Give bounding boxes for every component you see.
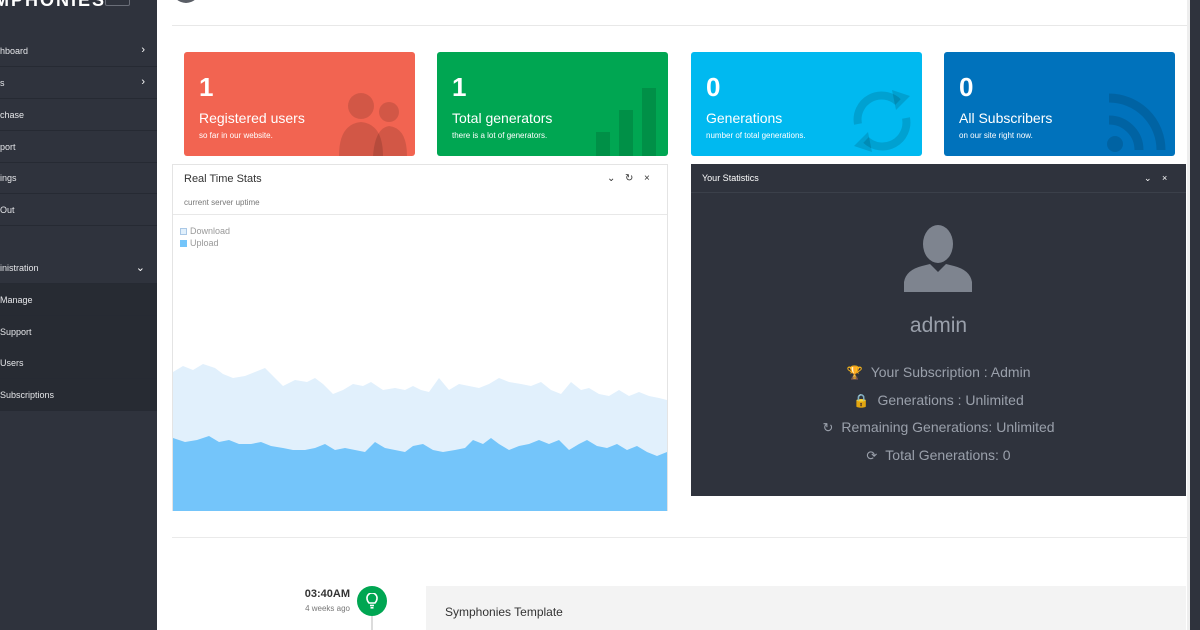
sidebar-item-admin-support[interactable]: Support	[0, 316, 157, 348]
sidebar-item-label: Manage	[0, 294, 33, 305]
sidebar-item-label: Users	[0, 357, 24, 368]
stat-title: Total generators	[452, 110, 553, 126]
stat-card-registered-users[interactable]: 1 Registered users so far in our website…	[184, 52, 415, 156]
bar-chart-icon	[596, 88, 656, 156]
refresh-icon	[853, 90, 911, 152]
stat-row-text: Total Generations: 0	[885, 447, 1011, 463]
user-avatar[interactable]	[172, 0, 200, 3]
timeline-entry-title: Symphonies Template	[445, 605, 563, 619]
stat-row-subscription: 🏆 Your Subscription : Admin	[691, 364, 1186, 381]
panel-divider	[173, 214, 667, 215]
sidebar-item-administration[interactable]: inistration ⌄	[0, 252, 157, 284]
timeline-line	[371, 616, 373, 630]
stat-row-total: ⟳ Total Generations: 0	[691, 447, 1186, 464]
stat-row-text: Remaining Generations: Unlimited	[841, 419, 1055, 435]
legend-download[interactable]: Download	[180, 226, 230, 236]
stat-subtitle: on our site right now.	[959, 131, 1033, 140]
sidebar-item-generators[interactable]: s ›	[0, 67, 157, 99]
close-icon[interactable]: ×	[644, 173, 650, 184]
sidebar-item-label: Out	[0, 204, 15, 215]
stat-row-remaining: ↻ Remaining Generations: Unlimited	[691, 419, 1186, 436]
stat-value: 0	[706, 72, 721, 102]
sidebar-toggle-button[interactable]	[105, 0, 130, 6]
chevron-right-icon: ›	[141, 44, 145, 56]
stat-value: 1	[452, 72, 467, 102]
sidebar-item-label: hboard	[0, 45, 29, 56]
realtime-stats-panel: Real Time Stats current server uptime ⌄ …	[172, 164, 668, 511]
panel-title: Real Time Stats	[184, 173, 262, 185]
stat-row-generations: 🔒 Generations : Unlimited	[691, 392, 1186, 409]
stat-value: 1	[199, 72, 214, 102]
stat-title: All Subscribers	[959, 110, 1053, 126]
uptime-area-chart	[173, 364, 667, 511]
users-icon	[339, 93, 407, 156]
sidebar-item-subscriptions[interactable]: Subscriptions	[0, 379, 157, 411]
stat-subtitle: there is a lot of generators.	[452, 131, 548, 140]
stat-card-total-generators[interactable]: 1 Total generators there is a lot of gen…	[437, 52, 668, 156]
legend-label: Upload	[190, 238, 219, 248]
legend-label: Download	[190, 226, 231, 236]
sidebar: MPHONIES hboard › s › chase port ings Ou…	[0, 0, 157, 630]
rss-icon	[1107, 93, 1166, 152]
legend-upload[interactable]: Upload	[180, 238, 219, 248]
right-edge-panel	[1190, 0, 1200, 630]
lock-icon: 🔒	[853, 393, 870, 408]
stat-card-all-subscribers[interactable]: 0 All Subscribers on our site right now.	[944, 52, 1175, 156]
header-divider	[172, 25, 1187, 26]
brand-logo: MPHONIES	[0, 0, 107, 10]
sidebar-item-dashboard[interactable]: hboard ›	[0, 35, 157, 67]
timeline-ago: 4 weeks ago	[305, 604, 350, 613]
user-avatar-icon	[904, 225, 972, 292]
sidebar-item-logout[interactable]: Out	[0, 194, 157, 226]
sidebar-item-support[interactable]: port	[0, 131, 157, 163]
sidebar-item-label: chase	[0, 109, 25, 120]
collapse-icon[interactable]: ⌄	[1144, 173, 1152, 184]
legend-swatch	[180, 239, 187, 247]
timeline-entry[interactable]: Symphonies Template	[426, 586, 1186, 630]
your-statistics-panel: Your Statistics ⌄ × admin 🏆 Your Subscrip…	[691, 164, 1186, 496]
stat-title: Generations	[706, 110, 783, 126]
stat-card-generations[interactable]: 0 Generations number of total generation…	[691, 52, 922, 156]
legend-swatch	[180, 227, 187, 235]
lightbulb-icon	[366, 593, 378, 609]
stat-title: Registered users	[199, 110, 305, 126]
stat-subtitle: so far in our website.	[199, 131, 273, 140]
stat-subtitle: number of total generations.	[706, 131, 806, 140]
panel-title: Your Statistics	[702, 173, 759, 183]
close-icon[interactable]: ×	[1162, 173, 1167, 183]
chevron-down-icon: ⌄	[135, 262, 145, 274]
upload-area	[173, 436, 667, 511]
panel-subtitle: current server uptime	[184, 198, 260, 207]
collapse-icon[interactable]: ⌄	[607, 173, 615, 184]
sidebar-item-label: s	[0, 77, 5, 88]
stat-value: 0	[959, 72, 974, 102]
stat-row-text: Your Subscription : Admin	[870, 364, 1031, 380]
section-divider	[172, 537, 1187, 538]
sync-icon: ⟳	[866, 448, 878, 463]
trophy-icon: 🏆	[846, 365, 863, 380]
sidebar-item-manage[interactable]: Manage	[0, 284, 157, 316]
sidebar-item-users[interactable]: Users	[0, 347, 157, 379]
sidebar-item-label: ings	[0, 172, 17, 183]
sidebar-item-label: port	[0, 141, 16, 152]
timeline-dot	[357, 586, 387, 616]
sidebar-item-purchase[interactable]: chase	[0, 99, 157, 131]
panel-divider	[691, 192, 1186, 193]
sidebar-item-label: Support	[0, 326, 32, 337]
profile-username: admin	[909, 314, 968, 337]
timeline-time: 03:40AM	[304, 588, 350, 600]
sidebar-item-label: inistration	[0, 262, 39, 273]
chevron-right-icon: ›	[141, 76, 145, 88]
stat-row-text: Generations : Unlimited	[877, 392, 1024, 408]
refresh-icon[interactable]: ↻	[625, 173, 633, 184]
sidebar-item-settings[interactable]: ings	[0, 162, 157, 194]
redo-icon: ↻	[822, 420, 834, 435]
sidebar-item-label: Subscriptions	[0, 389, 55, 400]
